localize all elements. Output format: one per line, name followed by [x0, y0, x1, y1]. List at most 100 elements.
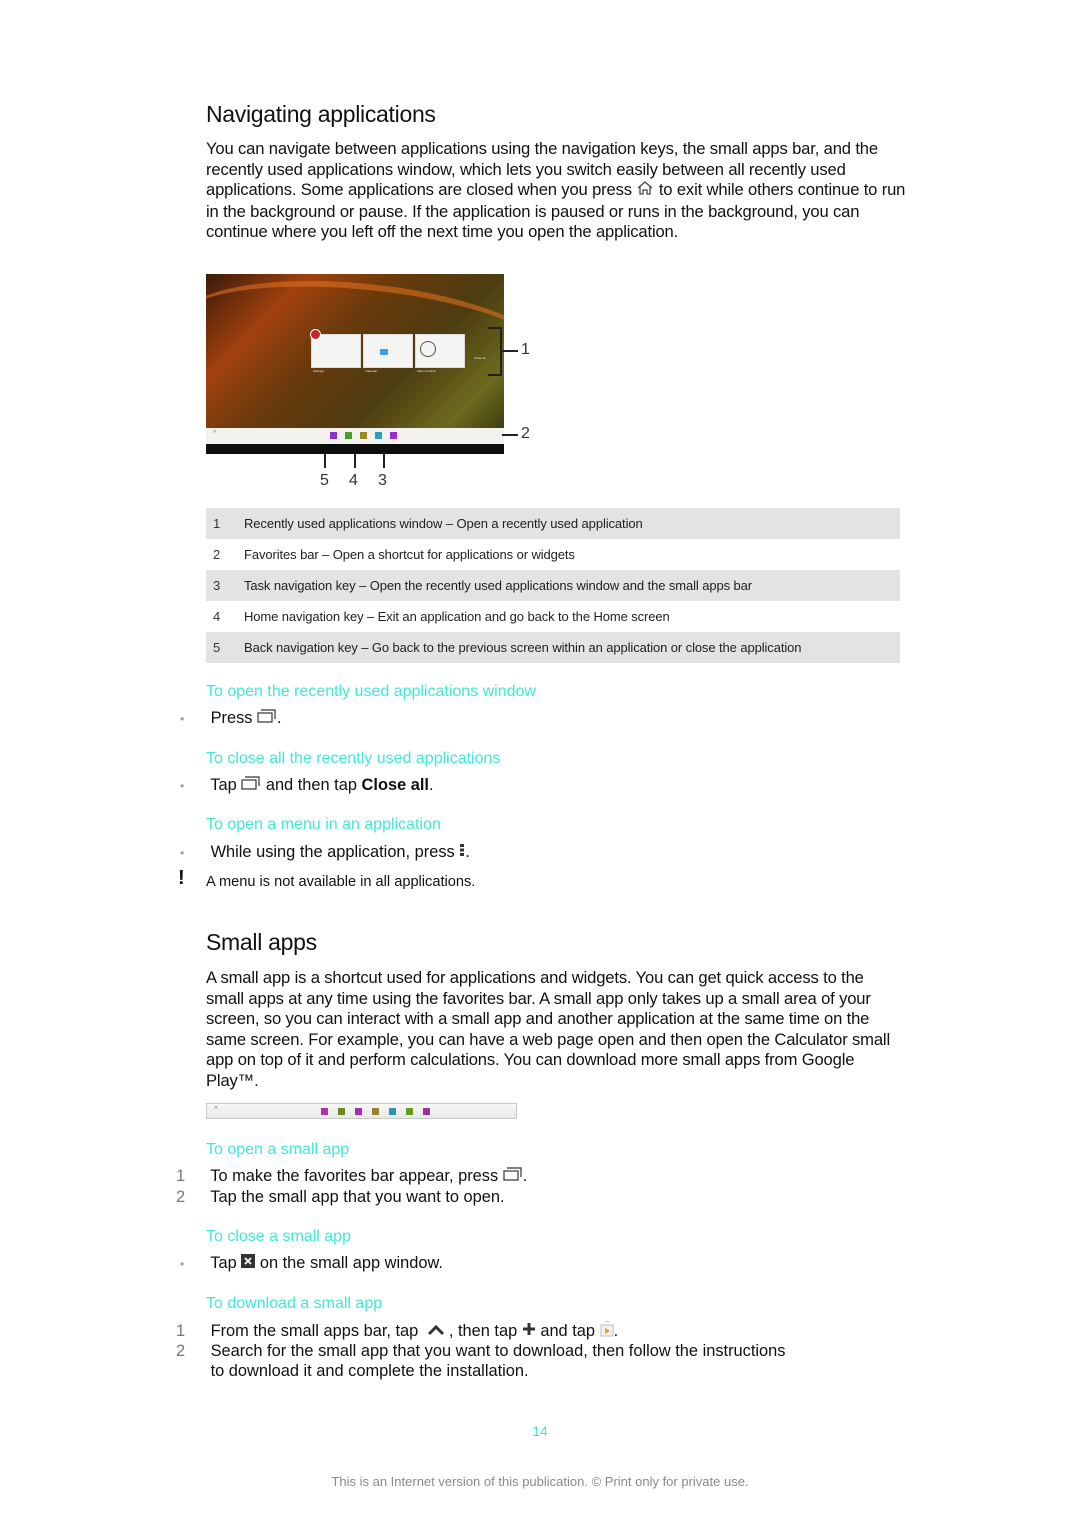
callout-line-4	[354, 454, 356, 468]
heading-close-recent: To close all the recently used applicati…	[206, 750, 501, 767]
step-number: 1	[176, 1321, 186, 1340]
bullet-open-recent: • Press .	[180, 709, 282, 728]
small-app-icon	[406, 1108, 413, 1115]
step-suffix: .	[613, 1321, 619, 1340]
small-apps-bar-image: ^	[206, 1103, 517, 1119]
thumb-label-settings: Settings	[313, 369, 324, 373]
small-app-icon	[338, 1108, 345, 1115]
legend-num: 2	[213, 547, 221, 562]
section-title-navigating: Navigating applications	[206, 101, 436, 127]
recent-apps-screenshot: Settings Calendar Alarm & clock Close al…	[206, 274, 504, 454]
callout-line-5	[324, 454, 326, 468]
thumbnail-settings	[310, 329, 361, 368]
menu-note: A menu is not available in all applicati…	[206, 874, 476, 890]
settings-app-icon	[310, 329, 321, 340]
legend-num: 4	[213, 609, 221, 624]
bullet-dot: •	[180, 845, 185, 860]
thumb-label-alarm: Alarm & clock	[417, 369, 436, 373]
favorite-app-icon	[330, 432, 337, 439]
callout-3: 3	[378, 472, 387, 489]
legend-row: 5 Back navigation key – Go back to the pr…	[206, 632, 900, 663]
legend-num: 3	[213, 578, 221, 593]
heading-open-recent: To open the recently used applications w…	[206, 683, 536, 700]
step-1: 1 From the small apps bar, tap , then ta…	[176, 1320, 619, 1342]
bullet-dot: •	[180, 779, 185, 793]
bullet-suffix: .	[428, 776, 434, 794]
heading-open-small-app: To open a small app	[206, 1141, 350, 1158]
thumbnail-alarm-clock	[415, 334, 465, 368]
close-all-label: Close all	[361, 776, 429, 794]
step-text: Search for the small app that you want t…	[210, 1342, 786, 1360]
legend-text: Task navigation key – Open the recently …	[244, 578, 752, 593]
small-app-icon	[321, 1108, 328, 1115]
legend-text: Favorites bar – Open a shortcut for appl…	[244, 547, 575, 562]
bullet-close-recent: • Tap and then tap Close all.	[180, 776, 434, 795]
thumb-label-calendar: Calendar	[365, 369, 378, 373]
chevron-up-icon: ^	[213, 430, 217, 437]
bracket-1-bottom	[488, 374, 502, 376]
play-store-icon	[600, 1320, 614, 1342]
step-text: , then tap	[448, 1321, 518, 1340]
home-icon	[636, 180, 654, 202]
small-app-icon	[423, 1108, 430, 1115]
bullet-text: Press	[210, 709, 253, 727]
favorite-app-icon	[360, 432, 367, 439]
section-title-small-apps: Small apps	[206, 929, 317, 955]
chevron-up-icon	[427, 1322, 445, 1341]
favorite-app-icon	[375, 432, 382, 439]
callout-2: 2	[521, 425, 530, 442]
small-app-icon	[389, 1108, 396, 1115]
small-app-icon	[355, 1108, 362, 1115]
small-app-icon	[372, 1108, 379, 1115]
chevron-up-icon: ^	[214, 1105, 218, 1114]
recent-apps-icon	[257, 709, 277, 728]
favorite-app-icon	[390, 432, 397, 439]
step-text: To make the favorites bar appear, press	[210, 1167, 499, 1185]
recent-apps-icon	[241, 776, 261, 795]
step-text: to download it and complete the installa…	[210, 1362, 529, 1380]
figure-legend: 1 Recently used applications window – Ope…	[206, 508, 900, 663]
bullet-dot: •	[180, 712, 185, 726]
exclamation-icon: !	[178, 867, 185, 889]
step-2: 2 Search for the small app that you want…	[176, 1342, 785, 1361]
clock-face	[420, 341, 436, 357]
bullet-text: Tap	[210, 1254, 237, 1272]
step-number: 2	[176, 1188, 186, 1206]
calendar-highlight	[380, 349, 388, 355]
legend-text: Home navigation key – Exit an applicatio…	[244, 609, 670, 624]
legend-row: 3 Task navigation key – Open the recently…	[206, 570, 900, 601]
callout-line-3	[383, 454, 385, 468]
step-text: From the small apps bar, tap	[210, 1321, 419, 1340]
legend-text: Recently used applications window – Open…	[244, 516, 643, 531]
navigating-intro: You can navigate between applications us…	[206, 139, 906, 243]
footer-notice: This is an Internet version of this publ…	[331, 1474, 749, 1489]
plus-icon	[522, 1322, 536, 1341]
callout-line-1	[502, 350, 518, 352]
bullet-suffix: .	[277, 709, 282, 727]
recent-apps-icon	[503, 1167, 523, 1186]
heading-close-small-app: To close a small app	[206, 1228, 351, 1245]
favorites-bar: ^	[206, 428, 504, 444]
callout-4: 4	[349, 472, 358, 489]
bullet-dot: •	[180, 1257, 185, 1271]
callout-5: 5	[320, 472, 329, 489]
close-all-label: Close all	[474, 356, 486, 360]
heading-download-small-app: To download a small app	[206, 1295, 383, 1312]
bullet-text: and then tap	[265, 776, 357, 794]
legend-row: 1 Recently used applications window – Ope…	[206, 508, 900, 539]
legend-row: 4 Home navigation key – Exit an applicati…	[206, 601, 900, 632]
step-text: Tap the small app that you want to open.	[210, 1188, 505, 1206]
close-box-icon	[241, 1254, 256, 1273]
bullet-open-menu: • While using the application, press .	[180, 842, 470, 863]
legend-num: 5	[213, 640, 221, 655]
step-number: 1	[176, 1167, 186, 1185]
thumbnail-calendar	[363, 334, 413, 368]
step-text: and tap	[540, 1321, 596, 1340]
favorite-app-icon	[345, 432, 352, 439]
bullet-suffix: .	[465, 842, 470, 861]
callout-line-2	[502, 434, 518, 436]
step-suffix: .	[522, 1167, 528, 1185]
heading-open-menu: To open a menu in an application	[206, 816, 441, 833]
bullet-text: on the small app window.	[259, 1254, 443, 1272]
bullet-close-small-app: • Tap on the small app window.	[180, 1254, 443, 1273]
